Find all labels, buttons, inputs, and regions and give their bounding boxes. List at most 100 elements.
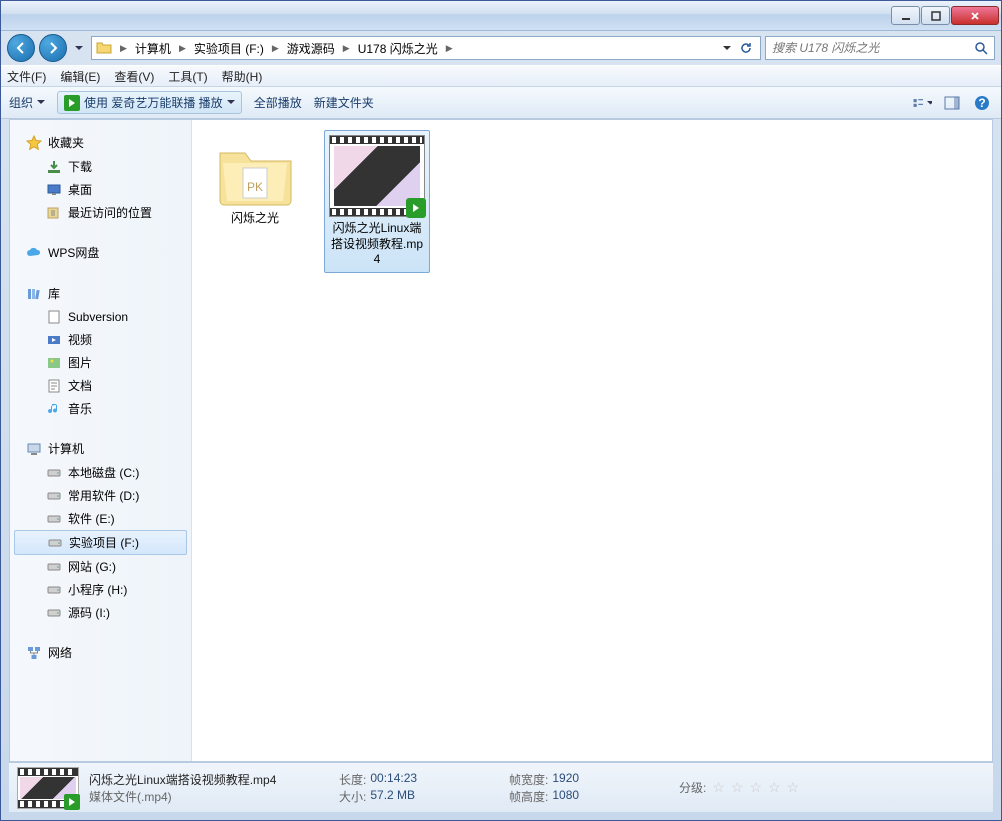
sidebar-item-drive-h[interactable]: 小程序 (H:) (10, 578, 191, 601)
star-icon[interactable]: ☆ (787, 779, 800, 796)
status-height: 1080 (552, 788, 579, 805)
sidebar-item-videos[interactable]: 视频 (10, 328, 191, 351)
play-badge-icon (406, 198, 426, 218)
cloud-icon (26, 245, 42, 261)
sidebar-item-drive-d[interactable]: 常用软件 (D:) (10, 484, 191, 507)
video-icon (46, 332, 62, 348)
toolbar: 组织 使用 爱奇艺万能联播 播放 全部播放 新建文件夹 ? (1, 87, 1001, 119)
sidebar-libraries[interactable]: 库 (10, 283, 191, 306)
statusbar: 闪烁之光Linux端搭设视频教程.mp4 媒体文件(.mp4) 长度:00:14… (9, 762, 993, 812)
sidebar-network[interactable]: 网络 (10, 642, 191, 665)
sidebar-item-subversion[interactable]: Subversion (10, 306, 191, 328)
menu-edit[interactable]: 编辑(E) (60, 68, 100, 85)
view-options-button[interactable] (911, 92, 933, 114)
titlebar (1, 1, 1001, 31)
library-icon (26, 286, 42, 302)
drive-icon (46, 465, 62, 481)
content-area: 收藏夹 下载 桌面 最近访问的位置 WPS网盘 库 Subversion 视频 (9, 119, 993, 762)
chevron-right-icon: ▶ (173, 43, 192, 54)
status-filetype: 媒体文件(.mp4) (89, 788, 299, 805)
sidebar-item-music[interactable]: 音乐 (10, 397, 191, 420)
organize-button[interactable]: 组织 (9, 94, 45, 111)
menu-tools[interactable]: 工具(T) (168, 68, 207, 85)
chevron-right-icon: ▶ (266, 43, 285, 54)
folder-item[interactable]: PK 闪烁之光 (202, 130, 308, 232)
back-button[interactable] (7, 34, 35, 62)
play-badge-icon (64, 794, 80, 810)
breadcrumb-item[interactable]: U178 闪烁之光 (356, 40, 440, 57)
video-file-label: 闪烁之光Linux端搭设视频教程.mp4 (329, 221, 425, 268)
menu-view[interactable]: 查看(V) (114, 68, 154, 85)
sidebar-item-drive-g[interactable]: 网站 (G:) (10, 555, 191, 578)
star-icon[interactable]: ☆ (749, 779, 762, 796)
breadcrumb-item[interactable]: 计算机 (133, 40, 173, 57)
breadcrumb-item[interactable]: 游戏源码 (285, 40, 337, 57)
play-icon (64, 95, 80, 111)
chevron-right-icon: ▶ (337, 43, 356, 54)
drive-icon (46, 511, 62, 527)
search-input[interactable] (772, 41, 974, 55)
drive-icon (46, 582, 62, 598)
menu-file[interactable]: 文件(F) (7, 68, 46, 85)
picture-icon (46, 355, 62, 371)
star-icon[interactable]: ☆ (768, 779, 781, 796)
minimize-button[interactable] (891, 6, 920, 25)
star-icon[interactable]: ☆ (731, 779, 744, 796)
status-duration: 00:14:23 (370, 771, 417, 788)
sidebar-computer[interactable]: 计算机 (10, 438, 191, 461)
new-folder-button[interactable]: 新建文件夹 (314, 94, 374, 111)
network-icon (26, 645, 42, 661)
sidebar-wps[interactable]: WPS网盘 (10, 242, 191, 265)
explorer-window: ▶ 计算机 ▶ 实验项目 (F:) ▶ 游戏源码 ▶ U178 闪烁之光 ▶ 文… (0, 0, 1002, 821)
sidebar-item-drive-e[interactable]: 软件 (E:) (10, 507, 191, 530)
sidebar-item-recent[interactable]: 最近访问的位置 (10, 201, 191, 224)
close-button[interactable] (951, 6, 999, 25)
sidebar-item-drive-i[interactable]: 源码 (I:) (10, 601, 191, 624)
forward-button[interactable] (39, 34, 67, 62)
search-box[interactable] (765, 36, 995, 60)
sidebar: 收藏夹 下载 桌面 最近访问的位置 WPS网盘 库 Subversion 视频 (10, 120, 192, 761)
search-icon (974, 41, 988, 55)
star-icon[interactable]: ☆ (712, 779, 725, 796)
play-with-button[interactable]: 使用 爱奇艺万能联播 播放 (57, 91, 242, 114)
folder-icon (94, 38, 114, 58)
breadcrumb-item[interactable]: 实验项目 (F:) (192, 40, 266, 57)
menu-help[interactable]: 帮助(H) (222, 68, 263, 85)
document-icon (46, 378, 62, 394)
refresh-button[interactable] (738, 38, 754, 58)
chevron-right-icon: ▶ (114, 43, 133, 54)
music-icon (46, 401, 62, 417)
video-file-item[interactable]: 闪烁之光Linux端搭设视频教程.mp4 (324, 130, 430, 273)
sidebar-favorites[interactable]: 收藏夹 (10, 132, 191, 155)
drive-icon (46, 488, 62, 504)
desktop-icon (46, 182, 62, 198)
play-all-button[interactable]: 全部播放 (254, 94, 302, 111)
sidebar-item-documents[interactable]: 文档 (10, 374, 191, 397)
svg-text:PK: PK (247, 180, 263, 194)
status-rating[interactable]: 分级: ☆☆☆☆☆ (679, 771, 799, 805)
preview-pane-button[interactable] (941, 92, 963, 114)
document-icon (46, 309, 62, 325)
recent-icon (46, 205, 62, 221)
breadcrumb[interactable]: ▶ 计算机 ▶ 实验项目 (F:) ▶ 游戏源码 ▶ U178 闪烁之光 ▶ (91, 36, 761, 60)
status-filename: 闪烁之光Linux端搭设视频教程.mp4 (89, 771, 299, 788)
video-thumbnail (329, 135, 425, 217)
breadcrumb-dropdown[interactable] (719, 38, 735, 58)
maximize-button[interactable] (921, 6, 950, 25)
sidebar-item-drive-c[interactable]: 本地磁盘 (C:) (10, 461, 191, 484)
sidebar-item-pictures[interactable]: 图片 (10, 351, 191, 374)
folder-icon: PK (215, 143, 295, 207)
sidebar-item-downloads[interactable]: 下载 (10, 155, 191, 178)
file-pane[interactable]: PK 闪烁之光 闪烁之光Linux端搭设视频教程.mp4 (192, 120, 992, 761)
svg-text:?: ? (978, 96, 985, 110)
sidebar-item-drive-f[interactable]: 实验项目 (F:) (14, 530, 187, 555)
drive-icon (46, 605, 62, 621)
status-width: 1920 (552, 771, 579, 788)
sidebar-item-desktop[interactable]: 桌面 (10, 178, 191, 201)
help-button[interactable]: ? (971, 92, 993, 114)
navbar: ▶ 计算机 ▶ 实验项目 (F:) ▶ 游戏源码 ▶ U178 闪烁之光 ▶ (1, 31, 1001, 65)
status-size: 57.2 MB (370, 788, 415, 805)
download-icon (46, 159, 62, 175)
status-thumbnail (17, 767, 79, 809)
history-dropdown[interactable] (71, 38, 87, 58)
